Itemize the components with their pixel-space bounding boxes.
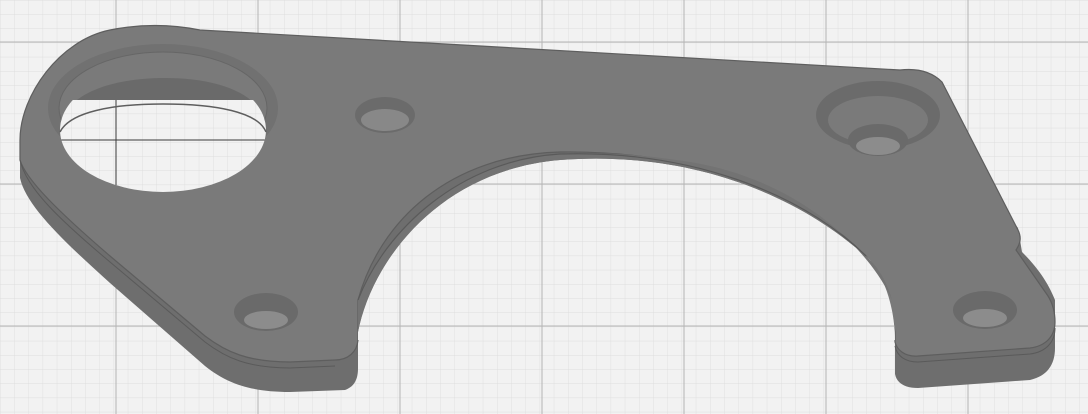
bolt-hole — [234, 293, 298, 331]
small-bolt-hole — [355, 97, 415, 133]
bolt-hole — [953, 291, 1017, 329]
scene-canvas[interactable] — [0, 0, 1088, 414]
cad-3d-viewport[interactable] — [0, 0, 1088, 414]
